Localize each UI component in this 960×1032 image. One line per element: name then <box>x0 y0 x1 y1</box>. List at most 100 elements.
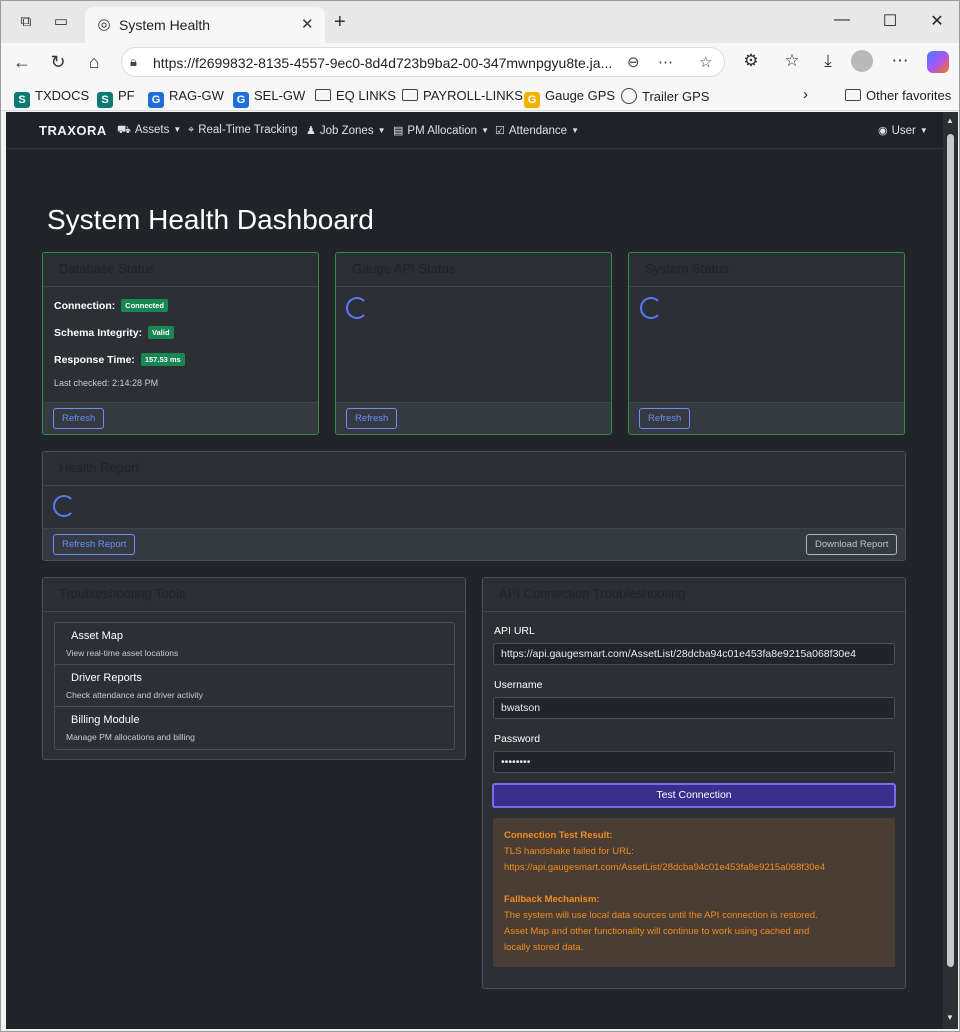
password-label: Password <box>494 733 541 745</box>
more-menu-icon[interactable]: ⋯ <box>888 51 912 71</box>
site-info-icon[interactable]: 🔒︎ <box>130 54 137 70</box>
loading-spinner <box>346 297 368 319</box>
card-title: API Connection Troubleshooting <box>499 586 686 601</box>
card-footer: Refresh Report Download Report <box>43 528 905 560</box>
caret-down-icon: ▼ <box>377 126 386 135</box>
reload-icon[interactable]: ↻ <box>47 51 69 73</box>
result-line: TLS handshake failed for URL: <box>504 846 634 857</box>
card-header: Database Status <box>43 253 318 287</box>
user-circle-icon: ◉ <box>878 125 888 137</box>
bookmarks-bar: S TXDOCS S PF G RAG-GW G SEL-GW EQ LINKS PAY… <box>1 81 959 111</box>
response-time-row: Response Time: 157.53 ms <box>54 353 185 366</box>
bookmark-gauge-gps[interactable]: G Gauge GPS <box>524 88 615 108</box>
truck-icon: ⛟ <box>117 124 131 136</box>
nav-job-zones[interactable]: ♟ Job Zones ▼ <box>306 124 386 137</box>
test-connection-button[interactable]: Test Connection <box>492 783 896 808</box>
tool-asset-map[interactable]: Asset Map View real-time asset locations <box>55 623 454 665</box>
list-item-subtitle: Manage PM allocations and billing <box>66 732 195 742</box>
bookmark-trailer-gps[interactable]: Trailer GPS <box>621 88 709 104</box>
download-report-button[interactable]: Download Report <box>806 534 898 555</box>
brand-logo[interactable]: TRAXORA <box>39 123 107 138</box>
tool-driver-reports[interactable]: Driver Reports Check attendance and driv… <box>55 665 454 707</box>
card-footer: Refresh <box>629 402 904 434</box>
app-navbar: TRAXORA ⛟ Assets ▼ ⌖ Real-Time Tracking ♟ Jo… <box>6 112 943 149</box>
caret-down-icon: ▼ <box>571 126 579 135</box>
scrollbar-thumb[interactable] <box>947 134 954 967</box>
bookmark-sel-gw[interactable]: G SEL-GW <box>233 88 305 108</box>
tab-title: System Health <box>119 17 211 33</box>
bookmark-payroll-links[interactable]: PAYROLL-LINKS <box>402 88 523 103</box>
bookmark-eq-links[interactable]: EQ LINKS <box>315 88 396 103</box>
refresh-report-button[interactable]: Refresh Report <box>53 534 136 555</box>
sharepoint-icon: S <box>14 92 30 108</box>
gauge-api-refresh-button[interactable]: Refresh <box>346 408 398 429</box>
favorite-star-icon[interactable]: ☆ <box>699 53 712 71</box>
maximize-icon[interactable]: ☐ <box>875 11 905 31</box>
close-window-icon[interactable]: ✕ <box>922 11 952 31</box>
connection-badge: Connected <box>121 299 168 312</box>
tab-actions-icon[interactable]: ▭ <box>52 13 70 31</box>
active-tab[interactable]: ◎ System Health ✕ <box>85 7 325 43</box>
reading-mode-icon[interactable]: ⋯ <box>658 53 673 71</box>
system-refresh-button[interactable]: Refresh <box>639 408 691 429</box>
fallback-line: locally stored data. <box>504 942 584 953</box>
extensions-icon[interactable]: ⚙ <box>739 51 763 71</box>
g-app-icon: G <box>233 92 249 108</box>
minimize-icon[interactable]: — <box>827 11 857 29</box>
address-bar[interactable]: 🔒︎ https://f2699832-8135-4557-9ec0-8d4d7… <box>121 47 725 77</box>
nav-pm-allocation[interactable]: ▤ PM Allocation ▼ <box>393 124 489 137</box>
nav-attendance[interactable]: ☑ Attendance ▼ <box>495 124 579 137</box>
loading-spinner <box>53 495 75 517</box>
back-icon[interactable]: ← <box>11 51 33 73</box>
tool-billing-module[interactable]: Billing Module Manage PM allocations and… <box>55 707 454 749</box>
bookmark-rag-gw[interactable]: G RAG-GW <box>148 88 224 108</box>
database-refresh-button[interactable]: Refresh <box>53 408 105 429</box>
folder-icon <box>845 89 861 101</box>
nav-user[interactable]: ◉ User ▼ <box>878 124 928 137</box>
health-report-card: Health Report Refresh Report Download Re… <box>42 451 906 561</box>
connection-row: Connection: Connected <box>54 299 168 312</box>
list-item-subtitle: View real-time asset locations <box>66 648 179 658</box>
workspaces-icon[interactable]: ⧉ <box>17 13 35 31</box>
bookmark-txdocs[interactable]: S TXDOCS <box>14 88 89 108</box>
api-url-label: API URL <box>494 625 535 637</box>
url-text[interactable]: https://f2699832-8135-4557-9ec0-8d4d723b… <box>153 55 623 71</box>
tools-list: Asset Map View real-time asset locations… <box>54 622 455 750</box>
profile-avatar[interactable] <box>851 50 873 72</box>
page-viewport: TRAXORA ⛟ Assets ▼ ⌖ Real-Time Tracking ♟ Jo… <box>6 112 958 1029</box>
scroll-up-icon[interactable]: ▲ <box>946 116 954 125</box>
result-heading: Connection Test Result: <box>504 830 613 841</box>
nav-real-time-tracking[interactable]: ⌖ Real-Time Tracking <box>188 124 297 137</box>
favorites-icon[interactable]: ☆ <box>780 51 804 71</box>
close-tab-icon[interactable]: ✕ <box>301 15 314 33</box>
bookmark-pf[interactable]: S PF <box>97 88 135 108</box>
scroll-down-icon[interactable]: ▼ <box>946 1013 954 1022</box>
result-url: https://api.gaugesmart.com/AssetList/28d… <box>504 862 826 873</box>
downloads-icon[interactable]: ⤓ <box>816 51 840 71</box>
nav-assets[interactable]: ⛟ Assets ▼ <box>117 124 181 138</box>
map-pin-icon: ⌖ <box>188 124 195 136</box>
document-icon: ▤ <box>393 125 404 137</box>
caret-down-icon: ▼ <box>919 126 928 135</box>
card-title: Database Status <box>59 261 156 276</box>
page-title: System Health Dashboard <box>47 204 374 235</box>
card-header: Troubleshooting Tools <box>43 578 465 612</box>
password-input[interactable] <box>493 751 895 773</box>
more-bookmarks-icon[interactable]: › <box>803 86 808 103</box>
g-app-icon: G <box>148 92 164 108</box>
response-time-label: Response Time: <box>54 354 135 366</box>
fallback-line: Asset Map and other functionality will c… <box>504 926 810 937</box>
person-pin-icon: ♟ <box>306 125 316 137</box>
card-header: Health Report <box>43 452 905 486</box>
zoom-icon[interactable]: ⊖ <box>627 53 640 71</box>
schema-row: Schema Integrity: Valid <box>54 326 174 339</box>
page-scrollbar[interactable]: ▲ ▼ <box>943 112 958 1029</box>
bookmark-other-favorites[interactable]: Other favorites <box>845 88 951 103</box>
new-tab-icon[interactable]: + <box>334 11 346 34</box>
home-icon[interactable]: ⌂ <box>83 51 105 73</box>
copilot-icon[interactable] <box>927 51 949 73</box>
connection-result-alert: Connection Test Result: TLS handshake fa… <box>493 818 895 967</box>
list-item-title: Asset Map <box>71 630 123 642</box>
username-input[interactable] <box>493 697 895 719</box>
api-url-input[interactable] <box>493 643 895 665</box>
